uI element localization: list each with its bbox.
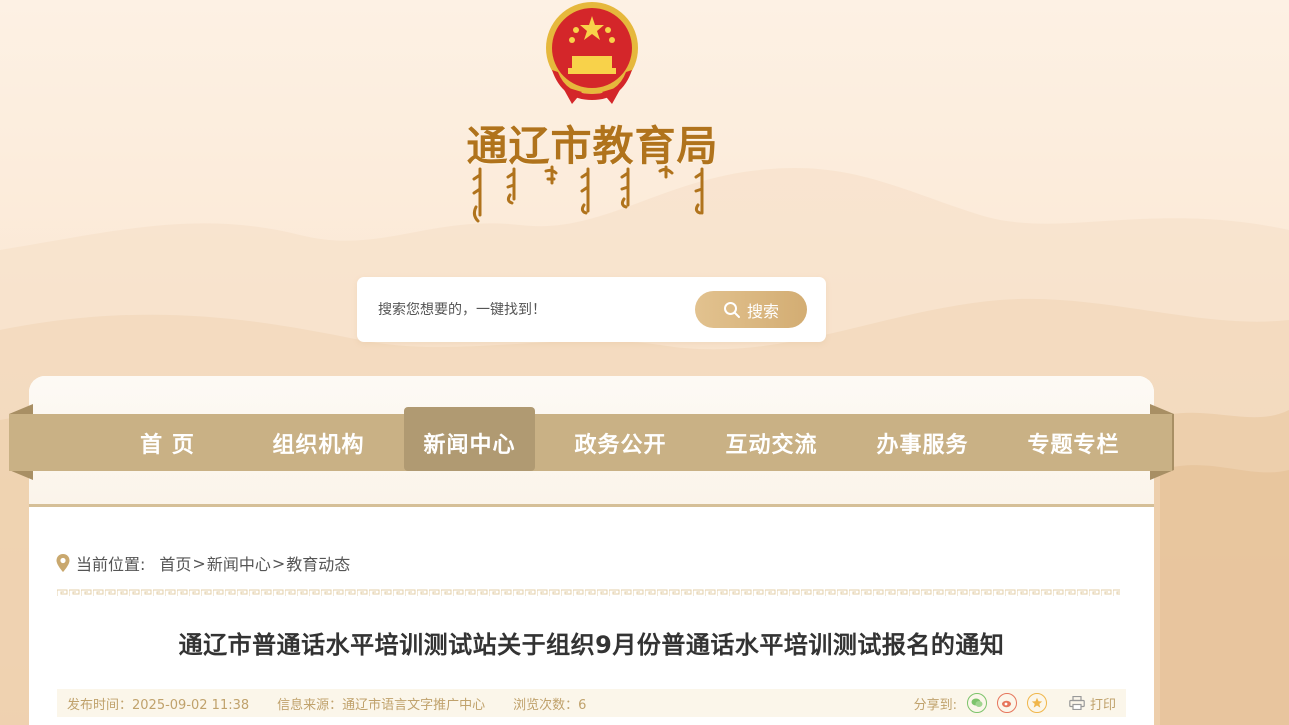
search-button-label: 搜索 (746, 301, 779, 321)
article-title: 通辽市普通话水平培训测试站关于组织9月份普通话水平培训测试报名的通知 (178, 631, 1005, 659)
breadcrumb-home-link[interactable]: 首页 (159, 551, 191, 575)
search-icon (723, 301, 740, 318)
breadcrumb-label: 当前位置: (76, 555, 146, 574)
nav-item-services[interactable]: 办事服务 (847, 414, 998, 471)
share-toolbar: 分享到: 打印 (914, 693, 1116, 713)
view-count: 浏览次数：6 (513, 697, 587, 713)
site-title: 通辽市教育局 (466, 122, 719, 170)
printer-icon (1069, 696, 1085, 710)
national-emblem-icon (546, 2, 638, 104)
main-nav: 首 页 组织机构 新闻中心 政务公开 互动交流 办事服务 专题专栏 (9, 406, 1172, 471)
nav-item-news-center[interactable]: 新闻中心 (404, 406, 535, 471)
nav-item-interaction[interactable]: 互动交流 (696, 414, 847, 471)
wechat-share-icon[interactable] (966, 693, 987, 713)
article-meta-bar: 发布时间：2025-09-02 11:38 信息来源：通辽市语言文字推广中心 浏… (57, 689, 1126, 717)
breadcrumb-separator: > (192, 553, 206, 573)
weibo-share-icon[interactable] (996, 693, 1017, 713)
mongolian-script-icon (472, 165, 704, 223)
breadcrumb-education-news-link[interactable]: 教育动态 (286, 551, 350, 575)
nav-item-organization[interactable]: 组织机构 (243, 414, 394, 471)
nav-item-home[interactable]: 首 页 (92, 414, 243, 471)
breadcrumb-news-center-link[interactable]: 新闻中心 (207, 551, 271, 575)
search-input[interactable] (378, 301, 678, 318)
decorative-pattern-divider (57, 589, 1120, 597)
nav-item-special-topics[interactable]: 专题专栏 (998, 414, 1149, 471)
qzone-share-icon[interactable] (1026, 693, 1047, 713)
breadcrumb: 当前位置: 首页 > 新闻中心 > 教育动态 (55, 551, 350, 575)
publish-time: 发布时间：2025-09-02 11:38 (67, 697, 250, 713)
print-button[interactable]: 打印 (1069, 694, 1116, 713)
location-pin-icon (56, 554, 70, 572)
search-box: 搜索 (357, 277, 826, 342)
print-label: 打印 (1089, 697, 1116, 713)
card-divider (29, 504, 1154, 507)
nav-item-government-affairs[interactable]: 政务公开 (545, 414, 696, 471)
info-source: 信息来源：通辽市语言文字推广中心 (277, 697, 486, 713)
search-button[interactable]: 搜索 (695, 291, 807, 328)
breadcrumb-separator: > (271, 553, 286, 573)
share-label: 分享到: (913, 697, 957, 713)
